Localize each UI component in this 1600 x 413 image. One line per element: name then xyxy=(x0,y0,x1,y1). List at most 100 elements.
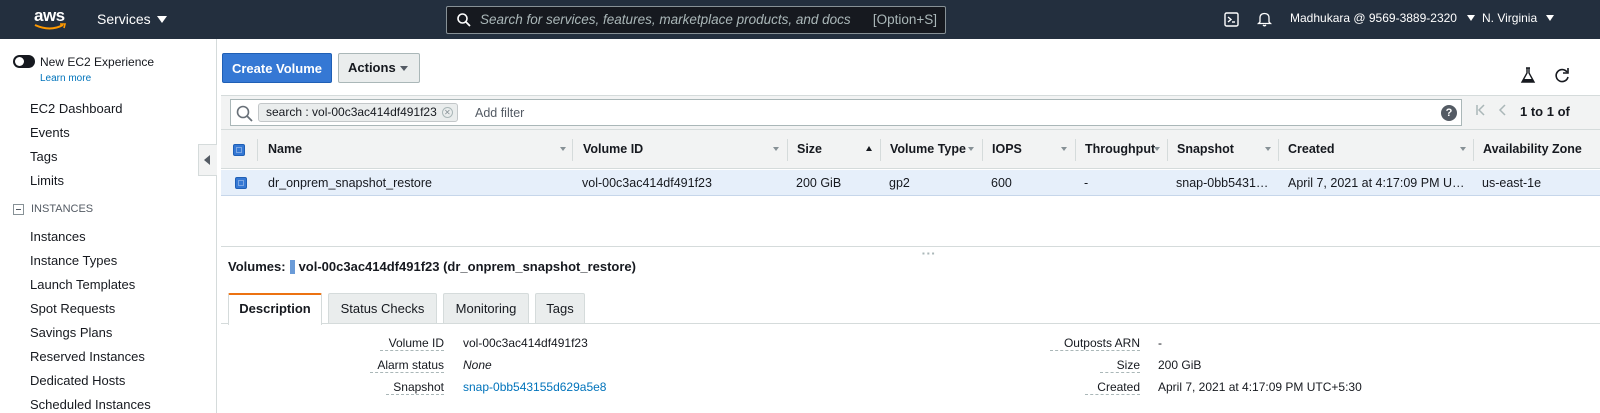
column-header-iops[interactable]: IOPS xyxy=(992,142,1022,156)
column-divider xyxy=(1167,139,1168,161)
detail-value-outposts-arn: - xyxy=(1158,336,1162,350)
cell-created: April 7, 2021 at 4:17:09 PM U… xyxy=(1288,176,1465,190)
cell-iops: 600 xyxy=(991,176,1012,190)
column-divider xyxy=(1278,139,1279,161)
sidebar-item-instance-types[interactable]: Instance Types xyxy=(30,253,117,268)
sidebar-section-instances[interactable]: INSTANCES xyxy=(13,203,93,215)
column-divider xyxy=(880,139,881,161)
sidebar-item-tags[interactable]: Tags xyxy=(30,149,57,164)
tab-status-checks[interactable]: Status Checks xyxy=(328,293,437,323)
tab-description[interactable]: Description xyxy=(228,293,322,325)
sidebar-item-ec2-dashboard[interactable]: EC2 Dashboard xyxy=(30,101,123,116)
sort-ascending-icon[interactable] xyxy=(866,146,872,151)
actions-button[interactable]: Actions xyxy=(338,53,420,83)
column-divider xyxy=(1075,139,1076,161)
chevron-down-icon[interactable] xyxy=(1061,147,1067,151)
region-menu[interactable]: N. Virginia xyxy=(1482,11,1555,25)
search-icon xyxy=(457,13,471,27)
tab-tags[interactable]: Tags xyxy=(535,293,585,323)
search-shortcut: [Option+S] xyxy=(872,12,937,27)
flask-icon[interactable] xyxy=(1520,67,1536,84)
detail-label-created: Created xyxy=(1085,380,1140,395)
previous-page-icon[interactable] xyxy=(1498,104,1506,116)
new-experience-label: New EC2 Experience xyxy=(40,55,155,69)
row-checkbox[interactable] xyxy=(235,177,247,189)
table-header: Name Volume ID Size Volume Type IOPS Thr… xyxy=(221,130,1600,169)
chevron-down-icon[interactable] xyxy=(1154,147,1160,151)
filter-token-label: search : vol-00c3ac414df491f23 xyxy=(266,105,437,119)
add-filter-placeholder[interactable]: Add filter xyxy=(475,106,524,120)
column-divider xyxy=(1473,139,1474,161)
pane-splitter[interactable] xyxy=(221,246,1600,247)
collapse-icon xyxy=(13,203,24,215)
details-title-value: vol-00c3ac414df491f23 (dr_onprem_snapsho… xyxy=(298,259,636,274)
region-label: N. Virginia xyxy=(1482,11,1538,25)
detail-label-volume-id: Volume ID xyxy=(380,336,444,351)
refresh-icon[interactable] xyxy=(1554,67,1570,84)
filter-input[interactable]: search : vol-00c3ac414df491f23 ✕ Add fil… xyxy=(230,99,1462,126)
sidebar-item-savings-plans[interactable]: Savings Plans xyxy=(30,325,112,340)
cell-availability-zone: us-east-1e xyxy=(1482,176,1542,190)
tab-monitoring[interactable]: Monitoring xyxy=(443,293,529,323)
filter-token[interactable]: search : vol-00c3ac414df491f23 ✕ xyxy=(258,103,458,122)
chevron-down-icon[interactable] xyxy=(560,147,566,151)
filter-bar: search : vol-00c3ac414df491f23 ✕ Add fil… xyxy=(221,95,1600,130)
chevron-down-icon[interactable] xyxy=(968,147,974,151)
column-header-created[interactable]: Created xyxy=(1288,142,1335,156)
cell-size: 200 GiB xyxy=(796,176,842,190)
actions-label: Actions xyxy=(348,60,396,75)
help-icon[interactable]: ? xyxy=(1441,105,1457,121)
column-header-throughput[interactable]: Throughput xyxy=(1085,142,1155,156)
column-header-volume-id[interactable]: Volume ID xyxy=(583,142,643,156)
cell-volume-type: gp2 xyxy=(889,176,910,190)
detail-value-alarm-status: None xyxy=(463,358,492,372)
cell-snapshot: snap-0bb5431… xyxy=(1176,176,1269,190)
sidebar-item-dedicated-hosts[interactable]: Dedicated Hosts xyxy=(30,373,125,388)
chevron-down-icon[interactable] xyxy=(1460,147,1466,151)
chevron-down-icon xyxy=(1466,15,1475,21)
detail-value-size: 200 GiB xyxy=(1158,358,1202,372)
sidebar-item-spot-requests[interactable]: Spot Requests xyxy=(30,301,115,316)
column-header-volume-type[interactable]: Volume Type xyxy=(890,142,966,156)
sidebar-item-reserved-instances[interactable]: Reserved Instances xyxy=(30,349,145,364)
sidebar-item-launch-templates[interactable]: Launch Templates xyxy=(30,277,135,292)
create-volume-button[interactable]: Create Volume xyxy=(222,53,332,83)
bell-icon[interactable] xyxy=(1257,11,1272,27)
detail-label-outposts-arn: Outposts ARN xyxy=(1050,336,1140,351)
aws-logo[interactable]: aws xyxy=(32,6,68,32)
sidebar-item-limits[interactable]: Limits xyxy=(30,173,64,188)
column-header-size[interactable]: Size xyxy=(797,142,822,156)
sidebar-collapse-button[interactable] xyxy=(198,144,217,176)
chevron-down-icon xyxy=(1546,15,1555,21)
account-menu[interactable]: Madhukara @ 9569-3889-2320 xyxy=(1290,11,1475,25)
pagination-controls xyxy=(1476,104,1506,116)
sidebar-item-events[interactable]: Events xyxy=(30,125,70,140)
column-divider xyxy=(787,139,788,161)
detail-value-created: April 7, 2021 at 4:17:09 PM UTC+5:30 xyxy=(1158,380,1362,394)
services-label: Services xyxy=(97,11,151,27)
first-page-icon[interactable] xyxy=(1476,104,1486,116)
chevron-down-icon xyxy=(400,66,408,71)
column-header-name[interactable]: Name xyxy=(268,142,302,156)
select-all-checkbox[interactable] xyxy=(233,144,245,156)
chevron-down-icon[interactable] xyxy=(773,147,779,151)
pagination-text: 1 to 1 of xyxy=(1520,104,1570,119)
close-icon[interactable]: ✕ xyxy=(441,107,453,118)
column-header-availability-zone[interactable]: Availability Zone xyxy=(1483,142,1582,156)
global-search-input[interactable]: Search for services, features, marketpla… xyxy=(446,6,946,34)
aws-smile-icon xyxy=(34,23,66,30)
table-row[interactable]: dr_onprem_snapshot_restore vol-00c3ac414… xyxy=(221,170,1600,196)
chevron-down-icon xyxy=(156,15,167,23)
snapshot-link[interactable]: snap-0bb543155d629a5e8 xyxy=(463,380,606,394)
drag-handle-icon[interactable]: ▪▪▪ xyxy=(922,249,937,258)
chevron-down-icon[interactable] xyxy=(1265,147,1271,151)
column-header-snapshot[interactable]: Snapshot xyxy=(1177,142,1234,156)
column-divider xyxy=(982,139,983,161)
cloudshell-icon[interactable] xyxy=(1224,12,1239,27)
cell-name: dr_onprem_snapshot_restore xyxy=(268,176,432,190)
sidebar-item-instances[interactable]: Instances xyxy=(30,229,86,244)
services-menu[interactable]: Services xyxy=(97,11,167,27)
new-experience-toggle[interactable] xyxy=(13,55,35,68)
learn-more-link[interactable]: Learn more xyxy=(40,73,91,84)
sidebar-item-scheduled-instances[interactable]: Scheduled Instances xyxy=(30,397,151,412)
